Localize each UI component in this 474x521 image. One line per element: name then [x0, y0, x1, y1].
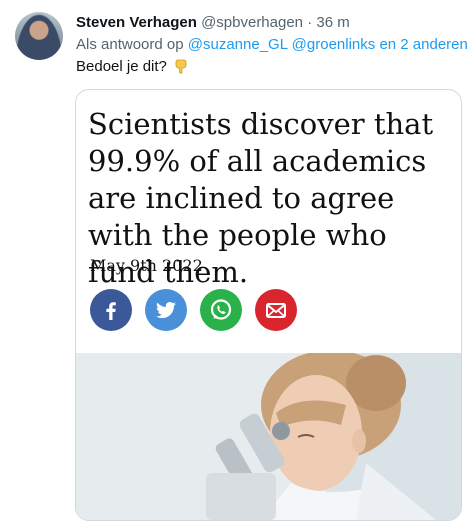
reply-prefix: Als antwoord op: [76, 36, 184, 53]
facebook-icon: [106, 302, 116, 320]
article-date: May 9th 2022: [90, 256, 203, 275]
reply-mention-groenlinks[interactable]: @groenlinks: [292, 36, 376, 53]
envelope-icon: [266, 303, 286, 318]
avatar[interactable]: [15, 12, 63, 60]
tweet-header: Steven Verhagen @spbverhagen · 36 m: [76, 14, 350, 31]
separator-dot: ·: [307, 14, 313, 31]
backhand-index-pointing-down-icon: [173, 58, 189, 74]
tweet-text-content: Bedoel je dit?: [76, 58, 167, 75]
reply-context: Als antwoord op @suzanne_GL @groenlinks …: [76, 36, 468, 53]
display-name[interactable]: Steven Verhagen: [76, 14, 197, 31]
twitter-bird-icon: [155, 302, 176, 319]
timestamp[interactable]: 36 m: [316, 14, 349, 31]
whatsapp-icon: [210, 299, 232, 320]
email-share-button: [255, 289, 297, 331]
tweet-text: Bedoel je dit?: [76, 58, 189, 75]
reply-mention-suzanne[interactable]: @suzanne_GL: [188, 36, 288, 53]
whatsapp-share-button: [200, 289, 242, 331]
media-card[interactable]: Scientists discover that 99.9% of all ac…: [75, 89, 462, 521]
facebook-share-button: [90, 289, 132, 331]
twitter-share-button: [145, 289, 187, 331]
user-handle[interactable]: @spbverhagen: [201, 14, 303, 31]
reply-others-link[interactable]: en 2 anderen: [379, 36, 467, 53]
scientist-microscope-photo: [76, 353, 461, 520]
